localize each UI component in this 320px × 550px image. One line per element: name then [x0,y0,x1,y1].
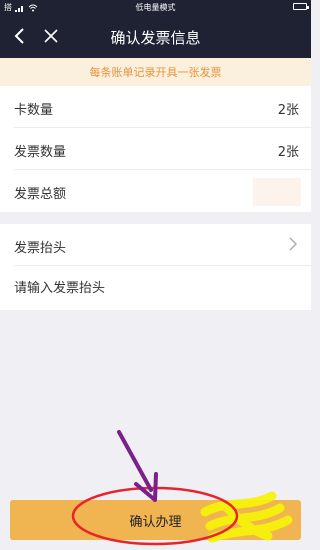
invoice-total-value [253,178,301,206]
card-count-row: 卡数量 2张 [14,86,311,128]
status-bar: 搭 低电量模式 [0,0,311,14]
battery-icon [293,3,309,10]
invoice-count-row: 发票数量 2张 [14,128,311,170]
invoice-title-row[interactable]: 发票抬头 [14,224,311,266]
bottom-bar: 确认办理 [0,490,311,550]
confirm-button[interactable]: 确认办理 [10,500,301,540]
card-count-label: 卡数量 [14,103,54,118]
invoice-count-label: 发票数量 [14,145,67,160]
invoice-count-value: 2张 [277,145,299,160]
page-title: 确认发票信息 [110,29,201,47]
invoice-title-label: 发票抬头 [14,241,67,256]
invoice-total-label: 发票总额 [14,187,67,202]
invoice-total-row: 发票总额 [14,170,311,212]
invoice-title-input[interactable] [14,267,294,309]
nav-bar: 确认发票信息 [0,14,311,58]
invoice-info-section: 卡数量 2张 发票数量 2张 发票总额 [0,86,311,212]
status-center: 低电量模式 [135,3,176,12]
chevron-right-icon[interactable] [287,236,299,252]
invoice-title-section: 发票抬头 [0,224,311,310]
card-count-value: 2张 [277,103,299,118]
invoice-title-input-row [14,267,311,309]
annotation-arrow [117,430,153,492]
notice-banner: 每条账单记录开具一张发票 [0,58,311,86]
